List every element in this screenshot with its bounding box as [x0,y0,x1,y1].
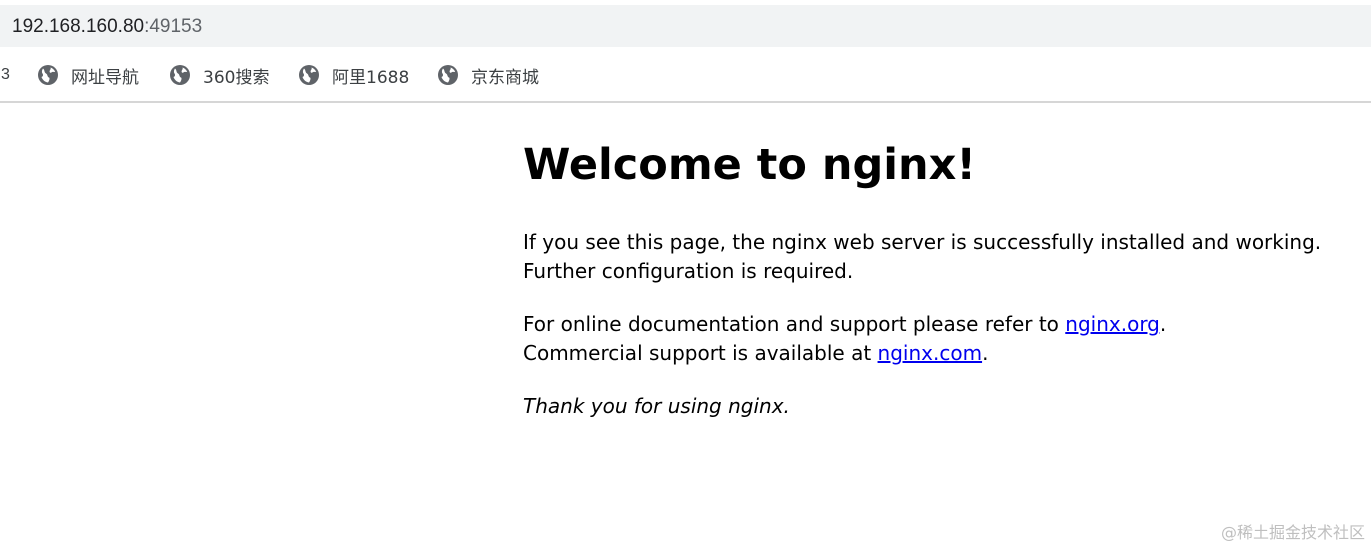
commercial-text: Commercial support is available at [523,341,878,365]
commercial-period: . [982,341,989,365]
url-text[interactable]: 192.168.160.80:49153 [12,16,202,38]
bookmark-label: 阿里1688 [332,67,410,88]
bookmark-label: 京东商城 [471,67,539,88]
bookmark-item-url-nav[interactable]: 网址导航 [37,61,139,89]
docs-text: For online documentation and support ple… [523,312,1066,336]
bookmark-item-jd[interactable]: 京东商城 [437,61,539,89]
thanks-text: Thank you for using nginx. [523,394,790,418]
bookmark-item-ali1688[interactable]: 阿里1688 [298,61,409,89]
page-content: Welcome to nginx! If you see this page, … [523,130,1323,445]
bookmark-item-360-search[interactable]: 360搜索 [169,61,269,89]
bookmark-cutoff-label[interactable]: 3 [1,66,10,84]
nginx-com-link[interactable]: nginx.com [878,341,983,365]
globe-icon [38,65,58,85]
url-host: 192.168.160.80 [12,16,145,37]
intro-paragraph: If you see this page, the nginx web serv… [523,230,1322,283]
bookmark-label: 360搜索 [203,67,270,88]
globe-icon [438,65,458,85]
address-bar[interactable]: 192.168.160.80:49153 [0,5,1371,47]
globe-icon [299,65,319,85]
docs-period: . [1159,312,1167,336]
bookmarks-bar: 3 网址导航 360搜索 阿里1688 京东商城 [0,48,1371,103]
globe-icon [170,65,190,85]
url-port: :49153 [144,16,203,37]
docs-paragraph: For online documentation and support ple… [523,310,1323,368]
nginx-org-link[interactable]: nginx.org [1065,312,1160,336]
watermark: @稀土掘金技术社区 [1220,523,1365,542]
page-title: Welcome to nginx! [523,140,976,190]
bookmark-label: 网址导航 [71,67,139,88]
